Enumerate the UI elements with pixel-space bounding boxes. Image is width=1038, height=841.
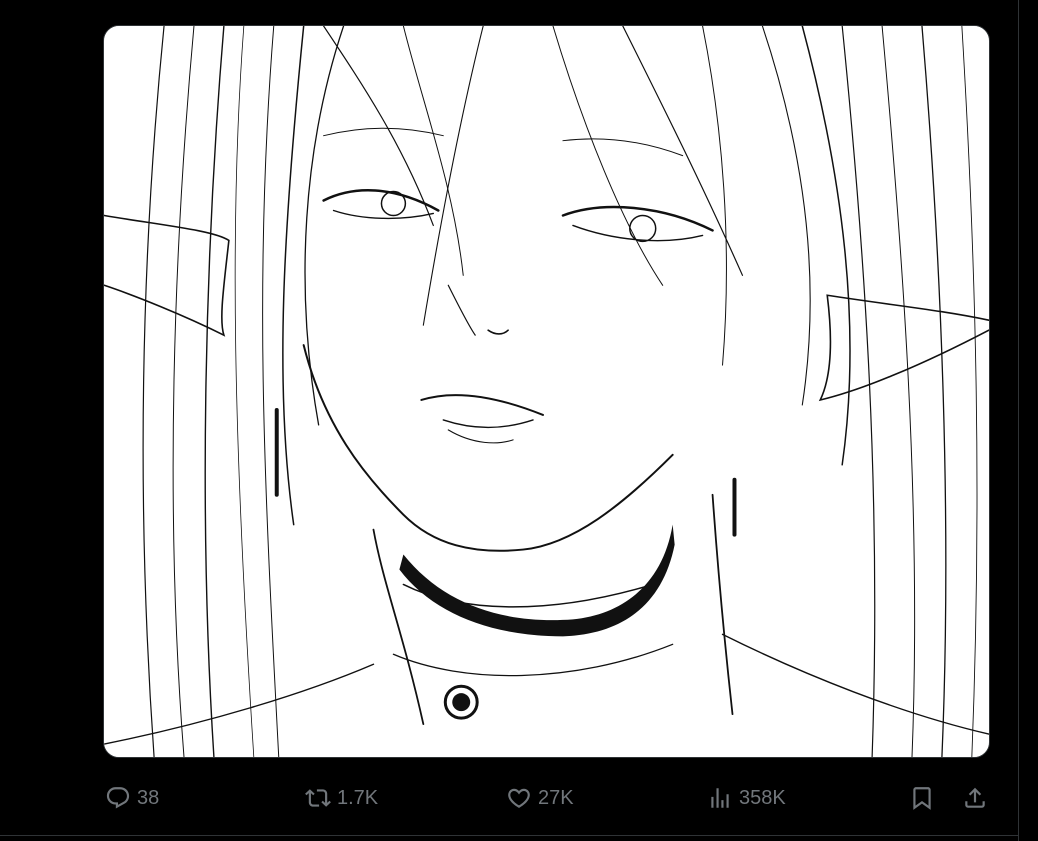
tweet-view: 38 1.7K 27K 358K [0,0,1038,841]
bookmark-icon [907,783,937,813]
views-button[interactable]: 358K [705,780,786,816]
reply-count: 38 [137,786,160,809]
tweet-media-image[interactable] [103,25,990,758]
share-icon [960,783,990,813]
elf-sketch-illustration [104,26,989,757]
share-button[interactable] [960,780,990,816]
reply-button[interactable]: 38 [103,780,159,816]
tweet-divider [0,835,1019,836]
like-count: 27K [538,786,574,809]
heart-icon [504,783,534,813]
views-count: 358K [739,786,786,809]
reply-icon [103,783,133,813]
repost-count: 1.7K [337,786,379,809]
column-divider [1018,0,1019,841]
bookmark-button[interactable] [907,780,937,816]
like-button[interactable]: 27K [504,780,574,816]
repost-button[interactable]: 1.7K [303,780,378,816]
repost-icon [303,783,333,813]
tweet-action-bar: 38 1.7K 27K 358K [103,780,990,816]
views-icon [705,783,735,813]
